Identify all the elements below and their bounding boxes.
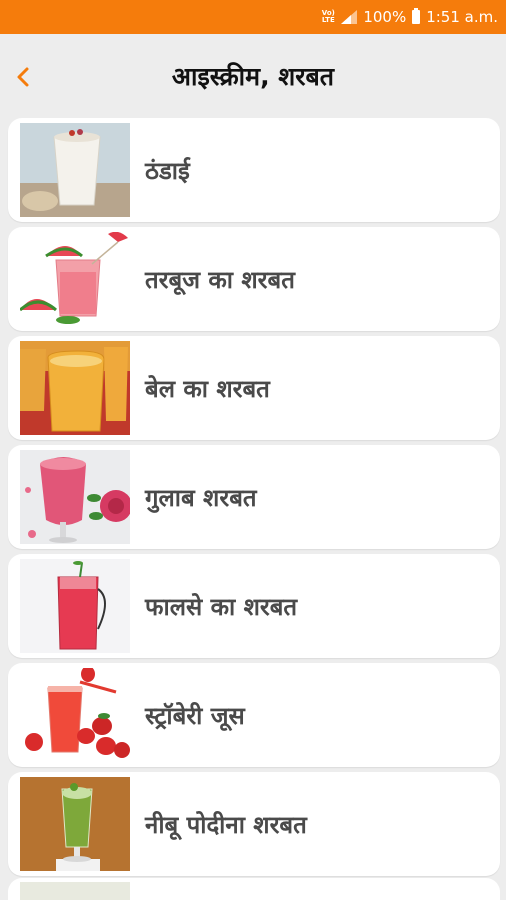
list-item-partial[interactable] xyxy=(8,878,500,900)
volte-indicator: Vo) LTE xyxy=(321,9,335,24)
list-item-phalsa[interactable]: फालसे का शरबत xyxy=(8,554,500,658)
battery-icon xyxy=(412,8,421,24)
signal-icon xyxy=(341,10,358,24)
list-item-thandai[interactable]: ठंडाई xyxy=(8,118,500,222)
partial-item-image xyxy=(20,882,130,900)
chevron-left-icon xyxy=(17,67,29,87)
status-bar: Vo) LTE 100% 1:51 a.m. xyxy=(0,0,506,34)
list-item-lemon-mint[interactable]: नीबू पोदीना शरबत xyxy=(8,772,500,876)
strawberry-juice-image xyxy=(20,668,130,762)
list-item-label: तरबूज का शरबत xyxy=(145,265,295,294)
list-item-bael[interactable]: बेल का शरबत xyxy=(8,336,500,440)
list-item-label: नीबू पोदीना शरबत xyxy=(145,810,307,839)
phalsa-sharbat-image xyxy=(20,559,130,653)
list-item-strawberry[interactable]: स्ट्रॉबेरी जूस xyxy=(8,663,500,767)
list-item-label: ठंडाई xyxy=(145,156,190,185)
battery-percent: 100% xyxy=(363,8,407,26)
back-button[interactable] xyxy=(8,60,38,94)
bael-juice-image xyxy=(20,341,130,435)
watermelon-juice-image xyxy=(20,232,130,326)
list-item-watermelon[interactable]: तरबूज का शरबत xyxy=(8,227,500,331)
lemon-mint-sharbat-image xyxy=(20,777,130,871)
list-item-label: स्ट्रॉबेरी जूस xyxy=(145,701,245,730)
page-title: आइस्क्रीम, शरबत xyxy=(171,62,335,91)
clock: 1:51 a.m. xyxy=(426,8,498,26)
thandai-drink-image xyxy=(20,123,130,217)
rose-sharbat-image xyxy=(20,450,130,544)
list-item-label: बेल का शरबत xyxy=(145,374,270,403)
list-item-label: फालसे का शरबत xyxy=(145,592,298,621)
list-item-rose[interactable]: गुलाब शरबत xyxy=(8,445,500,549)
app-bar: आइस्क्रीम, शरबत xyxy=(0,34,506,120)
list-item-label: गुलाब शरबत xyxy=(145,483,257,512)
